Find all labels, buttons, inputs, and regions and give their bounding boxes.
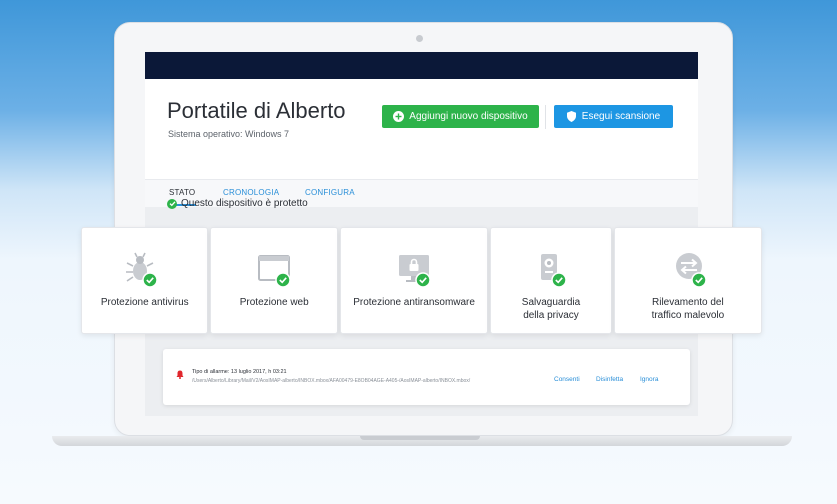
tab-configura[interactable]: CONFIGURA — [305, 188, 355, 197]
feature-label-line2: traffico malevolo — [651, 310, 725, 321]
tab-cronologia[interactable]: CRONOLOGIA — [223, 188, 279, 197]
alert-card: Tipo di allarme: 13 luglio 2017, h 03:21… — [163, 349, 690, 405]
feature-antiransomware[interactable]: Protezione antiransomware — [339, 227, 489, 334]
feature-web[interactable]: Protezione web — [210, 227, 338, 334]
camera-dot — [416, 35, 423, 42]
feature-privacy[interactable]: Salvaguardia della privacy — [490, 227, 612, 334]
scan-label: Esegui scansione — [581, 111, 661, 122]
header-divider — [545, 105, 546, 129]
shield-icon — [566, 111, 576, 122]
feature-label: Protezione antiransomware — [353, 297, 475, 308]
bug-icon — [126, 252, 158, 288]
locked-monitor-icon — [398, 255, 431, 288]
feature-traffic[interactable]: Rilevamento del traffico malevolo — [613, 227, 762, 334]
protection-status: Questo dispositivo è protetto — [167, 198, 308, 209]
check-circle-icon — [167, 198, 177, 209]
os-label: Sistema operativo: Windows 7 — [168, 129, 290, 139]
feature-antivirus[interactable]: Protezione antivirus — [81, 227, 209, 334]
page-title: Portatile di Alberto — [167, 98, 346, 123]
add-device-label: Aggiungi nuovo dispositivo — [409, 111, 528, 122]
alert-file-path: /Users/Alberto/Library/Mail/V2/AosIMAP-a… — [192, 378, 471, 384]
plus-circle-icon — [393, 111, 405, 122]
ignore-link[interactable]: Ignora — [640, 376, 658, 383]
traffic-arrows-icon — [675, 253, 707, 288]
webcam-icon — [541, 254, 567, 288]
add-device-button[interactable]: Aggiungi nuovo dispositivo — [382, 105, 539, 128]
feature-label: Salvaguardia della privacy — [491, 296, 611, 322]
feature-label-line1: Rilevamento del — [652, 297, 724, 308]
disinfect-link[interactable]: Disinfetta — [596, 376, 623, 383]
device-header: Portatile di Alberto Sistema operativo: … — [145, 79, 698, 207]
feature-label: Protezione antivirus — [100, 297, 189, 308]
feature-label: Rilevamento del traffico malevolo — [615, 296, 761, 322]
feature-cards: Protezione antivirus Protezione web Prot… — [81, 227, 762, 334]
feature-label: Protezione web — [239, 297, 309, 308]
laptop-notch — [360, 436, 480, 440]
allow-link[interactable]: Consenti — [554, 376, 580, 383]
tab-stato[interactable]: STATO — [169, 188, 195, 197]
browser-window-icon — [258, 255, 292, 288]
bell-icon — [176, 370, 184, 379]
status-text: Questo dispositivo è protetto — [181, 198, 308, 209]
top-navigation-bar — [145, 52, 698, 79]
scan-button[interactable]: Esegui scansione — [554, 105, 673, 128]
feature-label-line1: Salvaguardia — [521, 297, 581, 308]
feature-label-line2: della privacy — [523, 310, 579, 321]
alert-type: Tipo di allarme: 13 luglio 2017, h 03:21 — [192, 369, 287, 375]
